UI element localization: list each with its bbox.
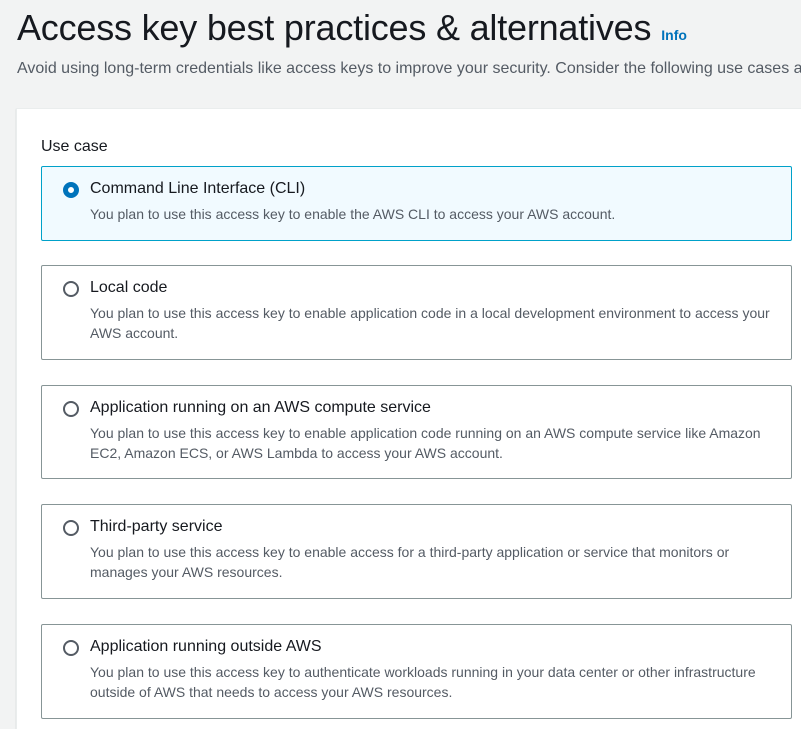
option-title: Local code bbox=[90, 279, 168, 296]
title-row: Access key best practices & alternatives… bbox=[17, 6, 801, 50]
radio-button[interactable] bbox=[63, 640, 79, 656]
option-title: Application running on an AWS compute se… bbox=[90, 399, 431, 416]
radio-button[interactable] bbox=[63, 520, 79, 536]
option-description: You plan to use this access key to enabl… bbox=[90, 206, 616, 222]
option-description: You plan to use this access key to authe… bbox=[90, 664, 756, 700]
option-description: You plan to use this access key to enabl… bbox=[90, 425, 761, 461]
info-link[interactable]: Info bbox=[661, 27, 687, 43]
option-third-party[interactable]: Third-party service You plan to use this… bbox=[41, 504, 792, 599]
option-cli[interactable]: Command Line Interface (CLI) You plan to… bbox=[41, 166, 792, 241]
radio-button-selected[interactable] bbox=[63, 182, 79, 198]
option-title: Command Line Interface (CLI) bbox=[90, 180, 306, 197]
radio-button[interactable] bbox=[63, 281, 79, 297]
page-title: Access key best practices & alternatives bbox=[17, 7, 652, 48]
option-title: Third-party service bbox=[90, 518, 223, 535]
option-title: Application running outside AWS bbox=[90, 638, 322, 655]
use-case-label: Use case bbox=[41, 138, 108, 155]
option-description: You plan to use this access key to enabl… bbox=[90, 544, 730, 580]
option-local-code[interactable]: Local code You plan to use this access k… bbox=[41, 265, 792, 360]
page-header: Access key best practices & alternatives… bbox=[17, 6, 801, 80]
option-description: You plan to use this access key to enabl… bbox=[90, 305, 770, 341]
page-description: Avoid using long-term credentials like a… bbox=[17, 60, 801, 77]
option-outside-aws[interactable]: Application running outside AWS You plan… bbox=[41, 624, 792, 719]
radio-button[interactable] bbox=[63, 401, 79, 417]
option-aws-compute[interactable]: Application running on an AWS compute se… bbox=[41, 385, 792, 479]
use-case-container: Use case Command Line Interface (CLI) Yo… bbox=[16, 108, 801, 729]
